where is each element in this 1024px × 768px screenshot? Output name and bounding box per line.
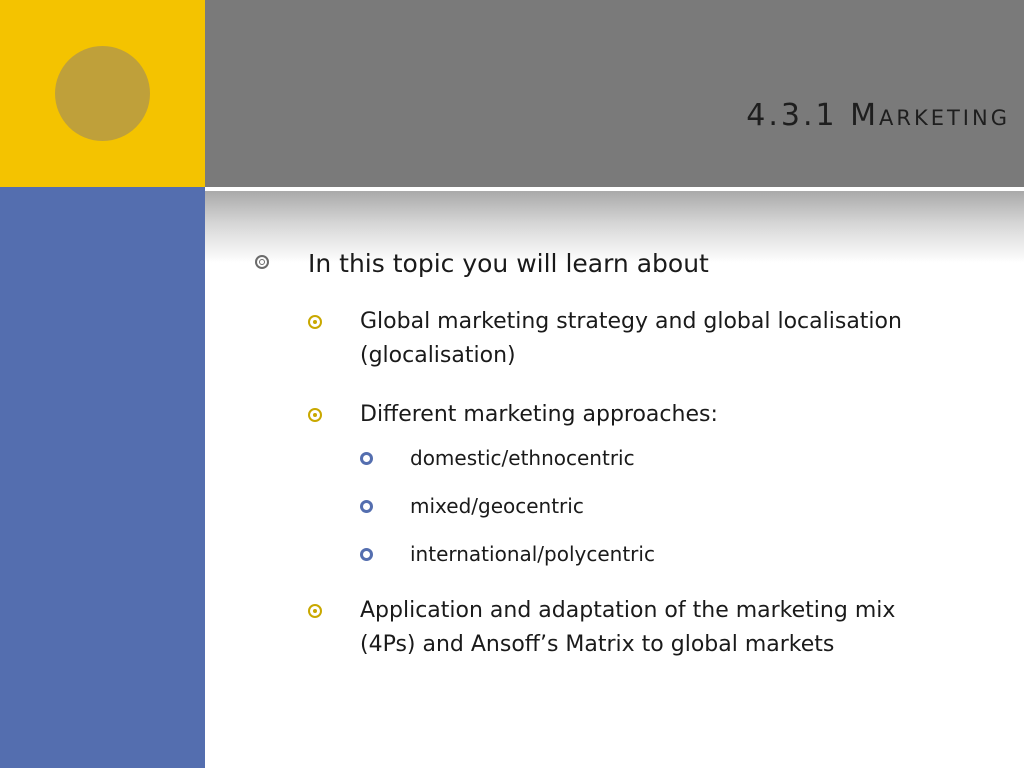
- bullet-marketing-mix: Application and adaptation of the market…: [308, 594, 955, 662]
- approach-item: domestic/ethnocentric: [360, 444, 955, 472]
- bullet-intro-text: In this topic you will learn about: [308, 249, 709, 278]
- approach-text: mixed/geocentric: [410, 494, 584, 518]
- bullet-global-strategy: Global marketing strategy and global loc…: [308, 305, 955, 373]
- bullet-marketing-mix-text: Application and adaptation of the market…: [360, 598, 896, 657]
- bullet-marketing-approaches-text: Different marketing approaches:: [360, 402, 718, 427]
- bullet-global-strategy-text: Global marketing strategy and global loc…: [360, 309, 902, 368]
- dot-circle-bullet-icon: [308, 315, 322, 329]
- dot-circle-bullet-icon: [308, 604, 322, 618]
- approach-text: domestic/ethnocentric: [410, 446, 635, 470]
- dot-circle-bullet-icon: [308, 408, 322, 422]
- target-bullet-icon: [255, 255, 269, 269]
- slide: 4.3.1 Marketing In this topic you will l…: [0, 0, 1024, 768]
- ring-bullet-icon: [360, 500, 373, 513]
- title-band: [205, 0, 1024, 187]
- approach-item: mixed/geocentric: [360, 492, 955, 520]
- bullet-intro: In this topic you will learn about: [255, 244, 955, 284]
- approach-text: international/polycentric: [410, 542, 655, 566]
- bullet-content: In this topic you will learn about Globa…: [255, 244, 955, 687]
- ring-bullet-icon: [360, 452, 373, 465]
- blue-accent-panel: [0, 187, 205, 768]
- approach-item: international/polycentric: [360, 540, 955, 568]
- slide-title: 4.3.1 Marketing: [746, 98, 1010, 133]
- decorative-circle: [55, 46, 150, 141]
- bullet-marketing-approaches: Different marketing approaches:: [308, 398, 955, 432]
- ring-bullet-icon: [360, 548, 373, 561]
